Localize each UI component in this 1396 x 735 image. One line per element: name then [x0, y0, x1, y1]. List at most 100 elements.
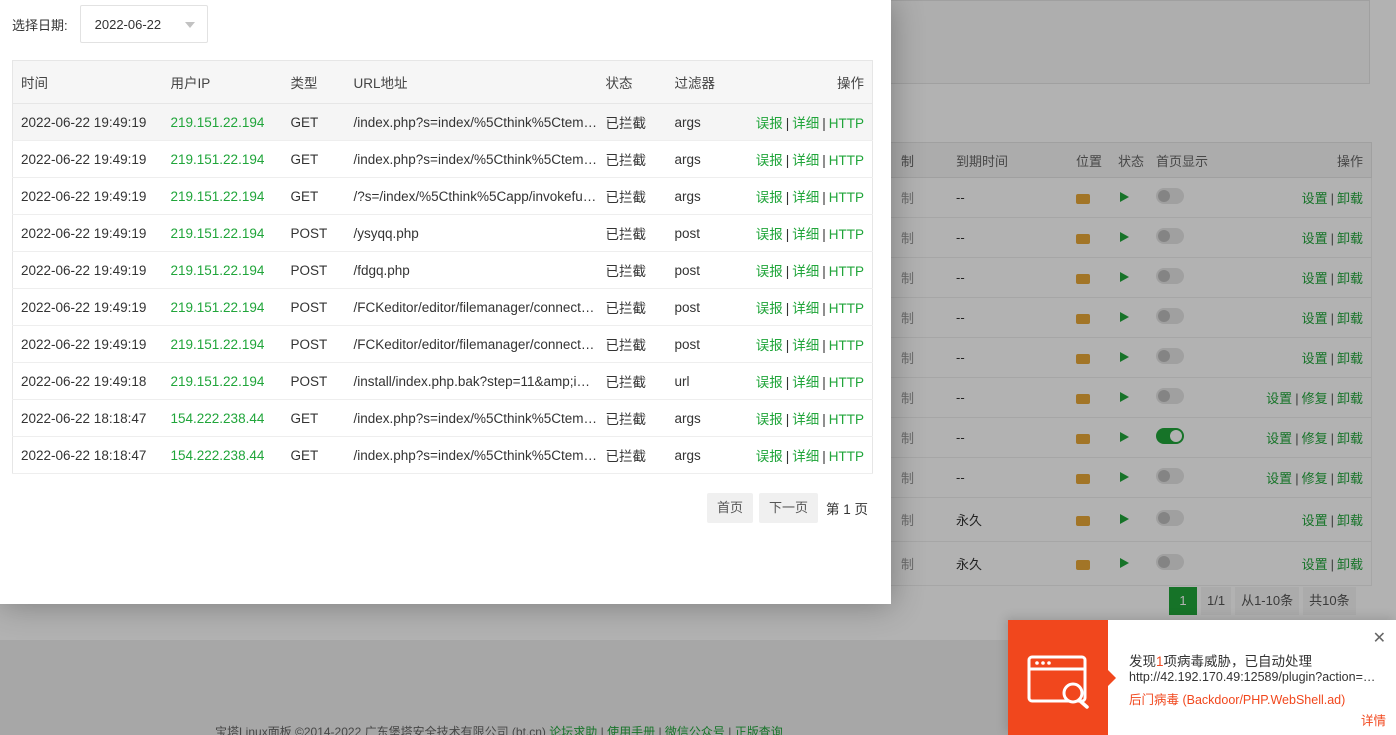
title-post: 项病毒威胁，已自动处理 — [1163, 654, 1313, 669]
separator: | — [822, 227, 826, 242]
log-row: 2022-06-22 18:18:47 154.222.238.44 GET/ind… — [12, 436, 873, 474]
http-link[interactable]: HTTP — [829, 264, 864, 279]
separator: | — [822, 449, 826, 464]
detail-link[interactable]: 详细 — [792, 116, 819, 131]
separator: | — [785, 375, 790, 390]
first-page-button[interactable]: 首页 — [706, 493, 753, 523]
log-table-header: 时间 用户IP 类型 URL地址 状态 过滤器 操作 — [12, 60, 873, 104]
http-link[interactable]: HTTP — [829, 375, 864, 390]
detail-link[interactable]: 详细 — [792, 375, 819, 390]
log-table-body: 2022-06-22 19:49:19 219.151.22.194 GET/ind… — [12, 103, 873, 474]
separator: | — [785, 301, 790, 316]
separator: | — [822, 375, 826, 390]
separator: | — [822, 301, 826, 316]
http-link[interactable]: HTTP — [829, 227, 864, 242]
virus-notification: ✕ 发现1项病毒威胁，已自动处理 http://42.192.170.49:12… — [1008, 620, 1396, 735]
detail-link[interactable]: 详细 — [792, 412, 819, 427]
false-positive-link[interactable]: 误报 — [756, 264, 783, 279]
cell-actions: 误报 | 详细 | HTTP — [730, 177, 873, 215]
http-link[interactable]: HTTP — [829, 116, 864, 131]
http-link[interactable]: HTTP — [829, 338, 864, 353]
log-row: 2022-06-22 19:49:19 219.151.22.194 GET/ind… — [12, 140, 873, 178]
cell-url: /ysyqq.php — [345, 214, 598, 252]
log-row: 2022-06-22 19:49:19 219.151.22.194 POST/ys… — [12, 214, 873, 252]
separator: | — [785, 338, 790, 353]
cell-time: 2022-06-22 18:18:47 — [12, 399, 163, 437]
false-positive-link[interactable]: 误报 — [756, 301, 783, 316]
separator: | — [785, 449, 790, 464]
next-page-button[interactable]: 下一页 — [758, 493, 818, 523]
cell-time: 2022-06-22 19:49:19 — [12, 140, 163, 178]
false-positive-link[interactable]: 误报 — [756, 153, 783, 168]
cell-actions: 误报 | 详细 | HTTP — [730, 325, 873, 363]
detail-link[interactable]: 详细 — [792, 153, 819, 168]
cell-url: /index.php?s=index/%5Cthink%5Ctemplate%5… — [345, 140, 598, 178]
separator: | — [822, 190, 826, 205]
false-positive-link[interactable]: 误报 — [756, 190, 783, 205]
cell-status: 已拦截 — [597, 399, 667, 437]
cell-ip: 154.222.238.44 — [162, 399, 283, 437]
cell-actions: 误报 | 详细 | HTTP — [730, 399, 873, 437]
header-time: 时间 — [12, 60, 163, 104]
date-picker[interactable]: 2022-06-22 — [79, 5, 208, 43]
detail-link[interactable]: 详细 — [792, 227, 819, 242]
header-filter: 过滤器 — [666, 60, 731, 104]
cell-type: POST — [282, 251, 346, 289]
cell-time: 2022-06-22 19:49:19 — [12, 103, 163, 141]
http-link[interactable]: HTTP — [829, 449, 864, 464]
log-pagination: 首页 下一页 第 1 页 — [706, 493, 868, 523]
header-actions: 操作 — [730, 60, 873, 104]
cell-url: /index.php?s=index/%5Cthink%5Ctemplate%5… — [345, 436, 598, 474]
cell-ip: 219.151.22.194 — [162, 325, 283, 363]
header-url: URL地址 — [345, 60, 598, 104]
cell-actions: 误报 | 详细 | HTTP — [730, 362, 873, 400]
detail-link[interactable]: 详细 — [792, 264, 819, 279]
details-link[interactable]: 详情 — [1361, 710, 1386, 729]
cell-status: 已拦截 — [597, 177, 667, 215]
http-link[interactable]: HTTP — [829, 412, 864, 427]
separator: | — [822, 338, 826, 353]
false-positive-link[interactable]: 误报 — [756, 412, 783, 427]
cell-actions: 误报 | 详细 | HTTP — [730, 214, 873, 252]
cell-time: 2022-06-22 19:49:19 — [12, 325, 163, 363]
false-positive-link[interactable]: 误报 — [756, 227, 783, 242]
cell-ip: 219.151.22.194 — [162, 288, 283, 326]
date-value: 2022-06-22 — [94, 16, 162, 32]
log-row: 2022-06-22 19:49:18 219.151.22.194 POST/in… — [12, 362, 873, 400]
cell-status: 已拦截 — [597, 140, 667, 178]
false-positive-link[interactable]: 误报 — [756, 449, 783, 464]
cell-status: 已拦截 — [597, 251, 667, 289]
cell-ip: 219.151.22.194 — [162, 251, 283, 289]
detail-link[interactable]: 详细 — [792, 449, 819, 464]
cell-filter: args — [666, 399, 731, 437]
cell-type: POST — [282, 214, 346, 252]
close-icon[interactable]: ✕ — [1373, 628, 1386, 648]
cell-url: /index.php?s=index/%5Cthink%5Ctemplate%5… — [345, 103, 598, 141]
cell-ip: 154.222.238.44 — [162, 436, 283, 474]
browser-search-icon — [1027, 655, 1089, 709]
http-link[interactable]: HTTP — [829, 153, 864, 168]
waf-log-modal: 选择日期: 2022-06-22 时间 用户IP 类型 URL地址 状态 过滤器… — [0, 0, 891, 604]
cell-filter: url — [666, 362, 731, 400]
separator: | — [785, 264, 790, 279]
log-row: 2022-06-22 19:49:19 219.151.22.194 GET/ind… — [12, 103, 873, 141]
date-label: 选择日期: — [12, 17, 68, 33]
false-positive-link[interactable]: 误报 — [756, 116, 783, 131]
cell-actions: 误报 | 详细 | HTTP — [730, 140, 873, 178]
cell-type: POST — [282, 325, 346, 363]
detail-link[interactable]: 详细 — [792, 190, 819, 205]
false-positive-link[interactable]: 误报 — [756, 375, 783, 390]
cell-url: /install/index.php.bak?step=11&amp;insLo… — [345, 362, 598, 400]
separator: | — [822, 264, 826, 279]
cell-type: GET — [282, 103, 346, 141]
cell-ip: 219.151.22.194 — [162, 214, 283, 252]
cell-status: 已拦截 — [597, 362, 667, 400]
cell-type: GET — [282, 140, 346, 178]
cell-ip: 219.151.22.194 — [162, 103, 283, 141]
http-link[interactable]: HTTP — [829, 190, 864, 205]
virus-name: 后门病毒 (Backdoor/PHP.WebShell.ad) — [1129, 693, 1346, 707]
detail-link[interactable]: 详细 — [792, 301, 819, 316]
false-positive-link[interactable]: 误报 — [756, 338, 783, 353]
detail-link[interactable]: 详细 — [792, 338, 819, 353]
http-link[interactable]: HTTP — [829, 301, 864, 316]
